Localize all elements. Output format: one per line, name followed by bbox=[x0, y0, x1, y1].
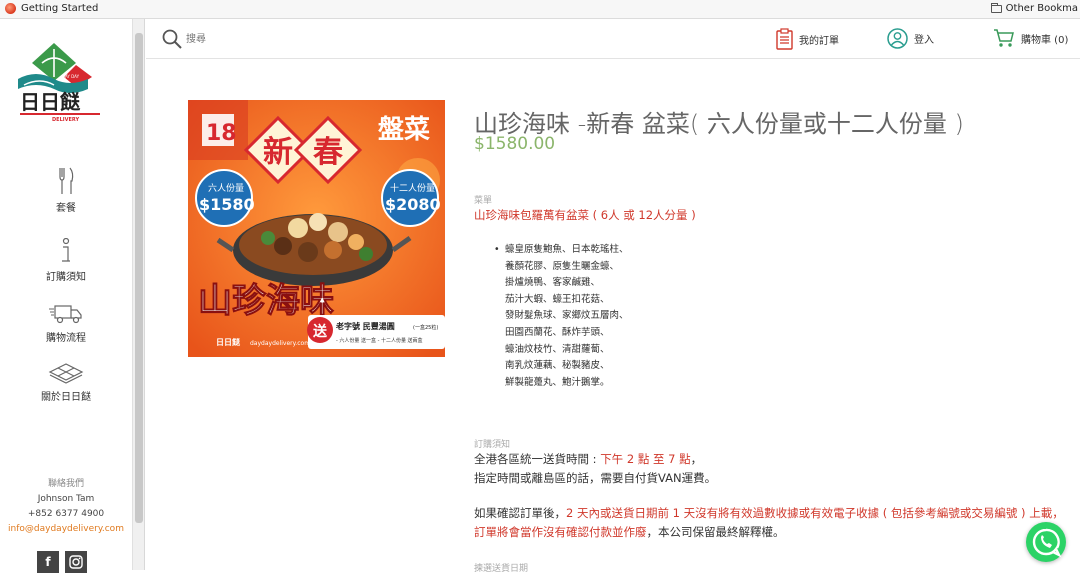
menu-title: 山珍海味包羅萬有盆菜 ( 6人 或 12人分量 ) bbox=[474, 208, 696, 222]
whatsapp-button[interactable] bbox=[1026, 522, 1066, 562]
bookmark-other[interactable]: Other Bookma bbox=[990, 2, 1078, 14]
delivery-time: 下午 2 點 至 7 點 bbox=[600, 452, 691, 466]
cart-icon bbox=[994, 29, 1014, 47]
my-orders-link[interactable]: 我的訂單 bbox=[776, 28, 839, 50]
notice-payment: 如果確認訂單後，2 天內或送貨日期前 1 天沒有將有效過數收據或有效電子收據 (… bbox=[474, 504, 1074, 542]
contact-name: Johnson Tam bbox=[37, 494, 95, 504]
poster-gift-text: 老字號 民豐湯圓 bbox=[335, 321, 395, 331]
sidebar: DAY DAY 日日餸 DELIVERY 套餐 訂購須知 購物流程 關於日日餸 … bbox=[0, 19, 132, 573]
notice-p2-c: ，本公司保留最終解釋權。 bbox=[646, 525, 785, 539]
bookmark-label: Getting Started bbox=[21, 3, 99, 14]
cart-link[interactable]: 購物車 (0) bbox=[993, 28, 1068, 48]
sidebar-item-label: 關於日日餸 bbox=[41, 392, 91, 403]
sidebar-item-label: 訂購須知 bbox=[46, 272, 86, 283]
notice-line2: 指定時間或離島區的話，需要自付貨VAN運費。 bbox=[474, 471, 717, 485]
dish-line: 養顏花膠、原隻生曬金蠔、 bbox=[505, 260, 620, 272]
contact-block: 聯絡我們 Johnson Tam +852 6377 4900 info@day… bbox=[0, 477, 132, 537]
product-image[interactable]: 18 新 春 盤菜 六人份量 $1580 十二人份量 $2080 山珍海味 送 … bbox=[188, 100, 445, 357]
poster-gift-qty: (一盒25粒) bbox=[413, 324, 438, 331]
top-header: 我的訂單 登入 購物車 (0) bbox=[146, 19, 1080, 59]
notice-delivery: 全港各區統一送貨時間 : 下午 2 點 至 7 點， 指定時間或離島區的話，需要… bbox=[474, 450, 1074, 488]
user-icon bbox=[887, 28, 908, 49]
contact-phone: +852 6377 4900 bbox=[27, 509, 105, 519]
dish-line: 田園西蘭花、酥炸芋頭、 bbox=[505, 326, 610, 338]
search-icon[interactable] bbox=[162, 29, 182, 49]
dish-line: 蠔皇原隻鮑魚、日本乾瑤柱、 bbox=[505, 244, 629, 255]
delivery-date-label: 揀選送貨日期 bbox=[474, 564, 529, 574]
poster-twelve-price: $2080 bbox=[385, 195, 441, 214]
info-icon bbox=[62, 238, 70, 262]
my-orders-label: 我的訂單 bbox=[799, 35, 839, 47]
whatsapp-icon bbox=[1032, 528, 1062, 558]
product-poster: 18 新 春 盤菜 六人份量 $1580 十二人份量 $2080 山珍海味 送 … bbox=[188, 100, 445, 357]
contact-heading: 聯絡我們 bbox=[47, 479, 84, 489]
utensils-icon bbox=[59, 167, 74, 194]
poster-gift-sub: - 六人份量 送一盒 - 十二人份量 送兩盒 bbox=[336, 337, 423, 344]
sidebar-item-label: 購物流程 bbox=[46, 333, 86, 344]
folder-icon bbox=[990, 2, 1002, 13]
poster-char-1: 新 bbox=[263, 135, 293, 170]
sidebar-item-order-info[interactable]: 訂購須知 bbox=[0, 238, 132, 283]
logo-sub: DELIVERY bbox=[52, 117, 79, 123]
layers-icon bbox=[48, 363, 84, 384]
notice-line1-a: 全港各區統一送貨時間 : bbox=[474, 452, 601, 466]
bookmark-other-label: Other Bookma bbox=[1005, 3, 1078, 14]
dish-line: 鮮製龍躉丸、鮑汁鵝掌。 bbox=[505, 376, 610, 388]
site-logo[interactable]: DAY DAY 日日餸 DELIVERY bbox=[14, 41, 106, 123]
dish-line: 發財髮魚球、家鄉炆五層肉、 bbox=[505, 310, 629, 322]
poster-dish-label: 盤菜 bbox=[378, 115, 430, 145]
bullet-icon: • bbox=[494, 244, 500, 255]
logo-text: 日日餸 bbox=[20, 90, 81, 114]
dish-line: 南乳炆蓮藕、秘製豬皮、 bbox=[505, 360, 610, 372]
sidebar-item-about[interactable]: 關於日日餸 bbox=[0, 362, 132, 403]
poster-brand: 日日餸 bbox=[216, 337, 241, 347]
poster-number: 18 bbox=[206, 121, 237, 146]
contact-email-link[interactable]: info@daydaydelivery.com bbox=[0, 522, 132, 537]
dish-line: 蠔油炆枝竹、清甜蘿蔔、 bbox=[505, 343, 610, 355]
dish-list: • 蠔皇原隻鮑魚、日本乾瑤柱、 養顏花膠、原隻生曬金蠔、 掛爐燒鴨、客家鹹雞、 … bbox=[494, 242, 629, 391]
poster-website: daydaydelivery.com bbox=[250, 340, 310, 347]
clipboard-icon bbox=[776, 28, 793, 50]
sidebar-item-packages[interactable]: 套餐 bbox=[0, 167, 132, 214]
notice-p2-a: 如果確認訂單後， bbox=[474, 506, 566, 520]
firefox-icon bbox=[5, 3, 16, 14]
poster-six-price: $1580 bbox=[199, 195, 255, 214]
sidebar-item-shopping-flow[interactable]: 購物流程 bbox=[0, 303, 132, 344]
notice-line1-c: ， bbox=[690, 452, 703, 466]
search-input[interactable] bbox=[186, 29, 486, 49]
truck-icon bbox=[49, 305, 82, 324]
bookmarks-bar: Getting Started Other Bookma bbox=[0, 0, 1080, 19]
poster-char-2: 春 bbox=[313, 135, 343, 170]
poster-twelve-label: 十二人份量 bbox=[390, 182, 435, 194]
dish-line: 茄汁大蝦、蠔王扣花菇、 bbox=[505, 293, 610, 305]
poster-six-label: 六人份量 bbox=[208, 182, 244, 194]
notice-label: 訂購須知 bbox=[474, 440, 511, 450]
cart-label: 購物車 (0) bbox=[1021, 34, 1069, 46]
login-label: 登入 bbox=[914, 35, 934, 46]
scrollbar-thumb[interactable] bbox=[135, 33, 143, 523]
poster-gift-tag: 送 bbox=[312, 323, 328, 340]
sidebar-item-label: 套餐 bbox=[56, 203, 76, 214]
bookmark-getting-started[interactable]: Getting Started bbox=[5, 3, 98, 14]
menu-label: 菜單 bbox=[474, 196, 493, 206]
logo-badge: DAY DAY bbox=[62, 74, 80, 79]
dish-line: 掛爐燒鴨、客家鹹雞、 bbox=[505, 277, 601, 289]
login-link[interactable]: 登入 bbox=[887, 28, 934, 49]
product-price: $1580.00 bbox=[474, 134, 556, 154]
sidebar-scrollbar[interactable] bbox=[132, 19, 145, 570]
